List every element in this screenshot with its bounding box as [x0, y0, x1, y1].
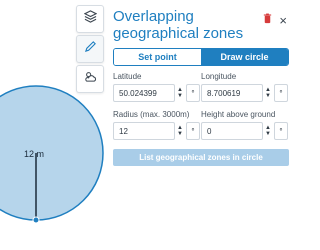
- tab-set-point[interactable]: Set point: [114, 49, 201, 65]
- pencil-icon: [84, 40, 97, 58]
- radius-label-text: Radius (max. 3000m): [113, 110, 190, 119]
- layers-icon: [83, 10, 97, 28]
- longitude-stepper[interactable]: ▲ ▼: [265, 84, 272, 102]
- height-unit[interactable]: °: [274, 122, 288, 140]
- zone-circle[interactable]: [0, 85, 104, 221]
- trash-icon[interactable]: [262, 11, 273, 29]
- weather-icon: [84, 70, 97, 88]
- mode-toggle: Set point Draw circle: [113, 48, 289, 66]
- latitude-stepper[interactable]: ▲ ▼: [177, 84, 184, 102]
- longitude-input[interactable]: 8.700619: [201, 84, 263, 102]
- tool-strip: [76, 5, 107, 93]
- radius-stepper[interactable]: ▲ ▼: [177, 122, 184, 140]
- height-input[interactable]: 0: [201, 122, 263, 140]
- height-label: Height above ground: [201, 110, 276, 119]
- circle-edge-handle[interactable]: [32, 216, 40, 224]
- radius-unit[interactable]: °: [186, 122, 200, 140]
- list-zones-button[interactable]: List geographical zones in circle: [113, 149, 289, 166]
- radius-label: 12 m: [24, 149, 44, 159]
- draw-button[interactable]: [76, 35, 104, 63]
- weather-button[interactable]: [76, 65, 104, 93]
- latitude-label: Latitude: [113, 72, 142, 81]
- layers-button[interactable]: [76, 5, 104, 33]
- tab-draw-circle[interactable]: Draw circle: [201, 49, 288, 65]
- latitude-unit[interactable]: °: [186, 84, 200, 102]
- height-stepper[interactable]: ▲ ▼: [265, 122, 272, 140]
- latitude-input[interactable]: 50.024399: [113, 84, 175, 102]
- close-icon[interactable]: ×: [279, 14, 287, 27]
- longitude-label: Longitude: [201, 72, 237, 81]
- longitude-unit[interactable]: °: [274, 84, 288, 102]
- zones-panel: Overlapping geographical zones × Set poi…: [107, 0, 295, 250]
- panel-title: Overlapping geographical zones: [113, 8, 244, 42]
- radius-input[interactable]: 12: [113, 122, 175, 140]
- panel-header-actions: ×: [262, 11, 287, 29]
